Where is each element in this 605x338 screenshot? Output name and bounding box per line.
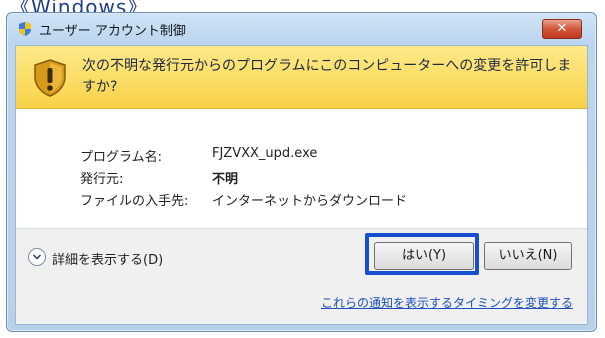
detail-label: 発行元: (80, 172, 124, 187)
dialog-footer: 詳細を表示する(D) はい(Y) いいえ(N) これらの通知を表示するタイミング… (16, 229, 587, 324)
notification-timing-link[interactable]: これらの通知を表示するタイミングを変更する (321, 294, 573, 311)
dialog-title: ユーザー アカウント制御 (39, 24, 186, 39)
detail-value: 不明 (212, 172, 239, 187)
uac-dialog: ユーザー アカウント制御 ✕ 次の不明な発行元からのプログラムにこのコンピュータ… (6, 12, 597, 332)
uac-question: 次の不明な発行元からのプログラムにこのコンピューターへの変更を許可しますか? (82, 58, 572, 95)
uac-shield-icon (19, 22, 31, 36)
warning-shield-icon (34, 59, 66, 97)
close-button[interactable]: ✕ (542, 19, 582, 39)
chevron-down-icon (28, 248, 46, 266)
show-details-label: 詳細を表示する(D) (52, 253, 164, 268)
dialog-body: 次の不明な発行元からのプログラムにこのコンピューターへの変更を許可しますか? プ… (15, 45, 588, 325)
title-bar: ユーザー アカウント制御 ✕ (7, 13, 596, 45)
warning-banner: 次の不明な発行元からのプログラムにこのコンピューターへの変更を許可しますか? (16, 46, 587, 109)
detail-value: FJZVXX_upd.exe (212, 146, 318, 161)
detail-label: プログラム名: (80, 150, 162, 165)
detail-value: インターネットからダウンロード (212, 194, 408, 209)
detail-label: ファイルの入手先: (80, 194, 189, 209)
yes-button[interactable]: はい(Y) (374, 242, 474, 270)
no-button[interactable]: いいえ(N) (484, 242, 572, 270)
